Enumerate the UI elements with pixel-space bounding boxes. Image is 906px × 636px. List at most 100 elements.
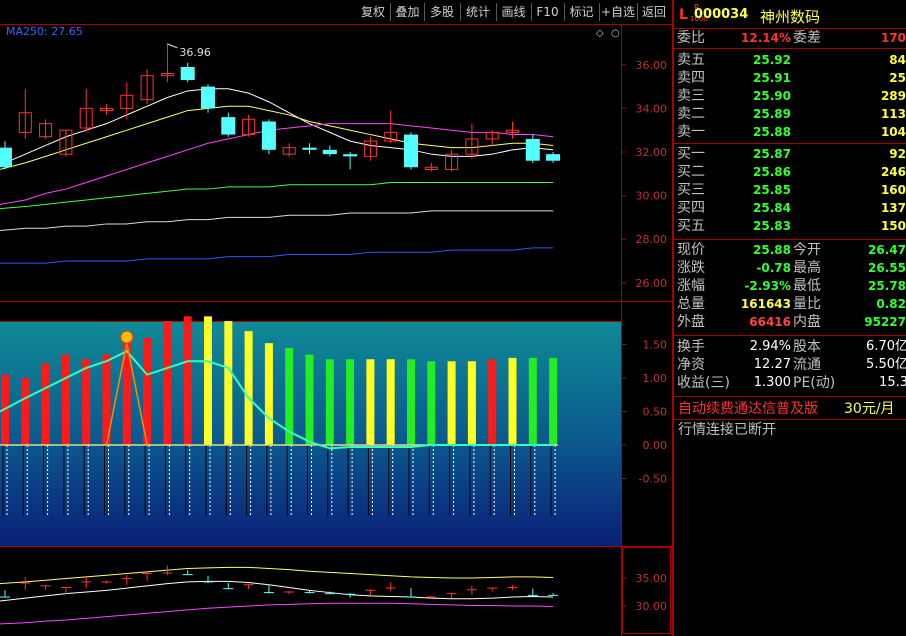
stat-label: 最高: [793, 260, 821, 276]
overlay-button[interactable]: 叠加: [390, 3, 425, 21]
candle-down: [546, 154, 561, 161]
stock-header: L R 1000 000034 神州数码: [674, 0, 906, 28]
bid-volume: 160: [880, 183, 906, 197]
indicator-tick-label: 1.00: [643, 372, 668, 385]
f10-button[interactable]: F10: [531, 3, 564, 21]
info-value: 12.27: [753, 357, 791, 372]
price-tick-label: 36.00: [636, 59, 668, 72]
stat-value: 0.82: [876, 297, 906, 311]
back-button[interactable]: 返回: [637, 3, 671, 21]
stat-value: 25.88: [753, 243, 791, 257]
stat-value: 25.78: [868, 279, 906, 293]
ma250-label: MA250: 27.65: [6, 25, 83, 38]
price-tick-label: 26.00: [636, 277, 668, 290]
ask-volume: 104: [880, 125, 906, 139]
ask-label: 卖五: [677, 52, 705, 68]
bid-volume: 246: [880, 165, 906, 179]
stock-name: 神州数码: [760, 8, 821, 26]
kline-chart[interactable]: 36.00 34.00 32.00 30.00 28.00 26.00 MA250: 27.…: [0, 0, 672, 636]
bottom-axis-box: [622, 547, 671, 634]
quote-panel: L R 1000 000034 神州数码 委比 12.14% 委差 170 卖五 25.9…: [672, 0, 906, 636]
bid-label: 买三: [677, 182, 705, 198]
ma-line-2: [0, 123, 554, 205]
info-label: PE(动): [793, 375, 836, 391]
diamond-icon: ◇: [596, 28, 604, 39]
fuquan-button[interactable]: 复权: [355, 3, 391, 21]
ask-price: 25.88: [753, 125, 791, 139]
stat-value: -2.93%: [744, 279, 791, 293]
divider-line: [674, 143, 906, 144]
info-value: 1.300: [753, 375, 791, 390]
candle-down: [221, 117, 236, 135]
divider-line: [674, 335, 906, 336]
info-value: 6.70亿: [866, 339, 906, 354]
divider-line: [674, 396, 906, 397]
mark-button[interactable]: 标记: [564, 3, 599, 21]
stat-label: 最低: [793, 278, 821, 294]
weibi-label: 委比: [677, 30, 705, 46]
info-label: 换手: [677, 339, 705, 355]
bid-volume: 92: [889, 147, 906, 161]
bid-price: 25.84: [753, 201, 791, 215]
indicator-bar: [244, 331, 253, 445]
indicator-bar: [528, 357, 537, 445]
signal-icon: [120, 330, 134, 344]
info-value: 15.3: [879, 375, 906, 390]
bid-label: 买一: [677, 146, 705, 162]
indicator-bar: [82, 359, 91, 445]
price-tick-label: 30.00: [636, 190, 668, 203]
multi-stock-button[interactable]: 多股: [424, 3, 460, 21]
ask-volume: 25: [889, 71, 906, 85]
circle-icon: ○: [611, 28, 620, 39]
indicator-tick-label: 0.50: [643, 406, 668, 419]
ask-volume: 84: [889, 53, 906, 67]
ask-label: 卖二: [677, 106, 705, 122]
indicator-bar: [386, 359, 395, 445]
indicator-bar: [447, 361, 456, 445]
stock-code: 000034: [694, 7, 749, 22]
indicator-bar: [183, 316, 192, 445]
bid-price: 25.85: [753, 183, 791, 197]
stat-label: 涨跌: [677, 260, 705, 276]
indicator-bar: [508, 357, 517, 445]
add-watchlist-button[interactable]: +自选: [599, 3, 637, 21]
stat-value: 26.47: [868, 243, 906, 257]
candle-down: [343, 154, 358, 157]
stat-label: 内盘: [793, 314, 821, 330]
bid-label: 买五: [677, 218, 705, 234]
bid-volume: 137: [880, 201, 906, 215]
candle-down: [201, 86, 215, 109]
ask-volume: 113: [880, 107, 906, 121]
stat-label: 今开: [793, 242, 821, 258]
bottom-tick-label: 30.00: [636, 600, 668, 613]
stat-label: 量比: [793, 296, 821, 312]
price-tick-label: 28.00: [636, 233, 668, 246]
ask-price: 25.89: [753, 107, 791, 121]
statistics-button[interactable]: 统计: [460, 3, 496, 21]
bottom-ma-yellow: [0, 566, 554, 585]
ask-price: 25.92: [753, 53, 791, 67]
ask-price: 25.91: [753, 71, 791, 85]
divider-line: [674, 48, 906, 49]
candle-down: [180, 66, 195, 81]
info-label: 收益(三): [677, 375, 730, 391]
candle-down: [404, 134, 418, 168]
bid-price: 25.83: [753, 219, 791, 233]
bid-price: 25.86: [753, 165, 791, 179]
weicha-label: 委差: [793, 30, 821, 46]
ma-line-1: [0, 105, 554, 170]
indicator-bar: [224, 321, 233, 445]
stat-value: 26.55: [868, 261, 906, 275]
candle-down: [0, 147, 12, 168]
indicator-bar: [325, 359, 334, 445]
ma-line-0: [0, 88, 554, 166]
stat-label: 外盘: [677, 314, 705, 330]
max-pointer: [167, 43, 178, 49]
stat-value: 95227: [864, 315, 906, 329]
price-tick-label: 32.00: [636, 146, 668, 159]
indicator-bar: [427, 361, 436, 445]
ask-label: 卖一: [677, 124, 705, 140]
ask-price: 25.90: [753, 89, 791, 103]
indicator-bar: [163, 321, 172, 445]
draw-line-button[interactable]: 画线: [496, 3, 531, 21]
